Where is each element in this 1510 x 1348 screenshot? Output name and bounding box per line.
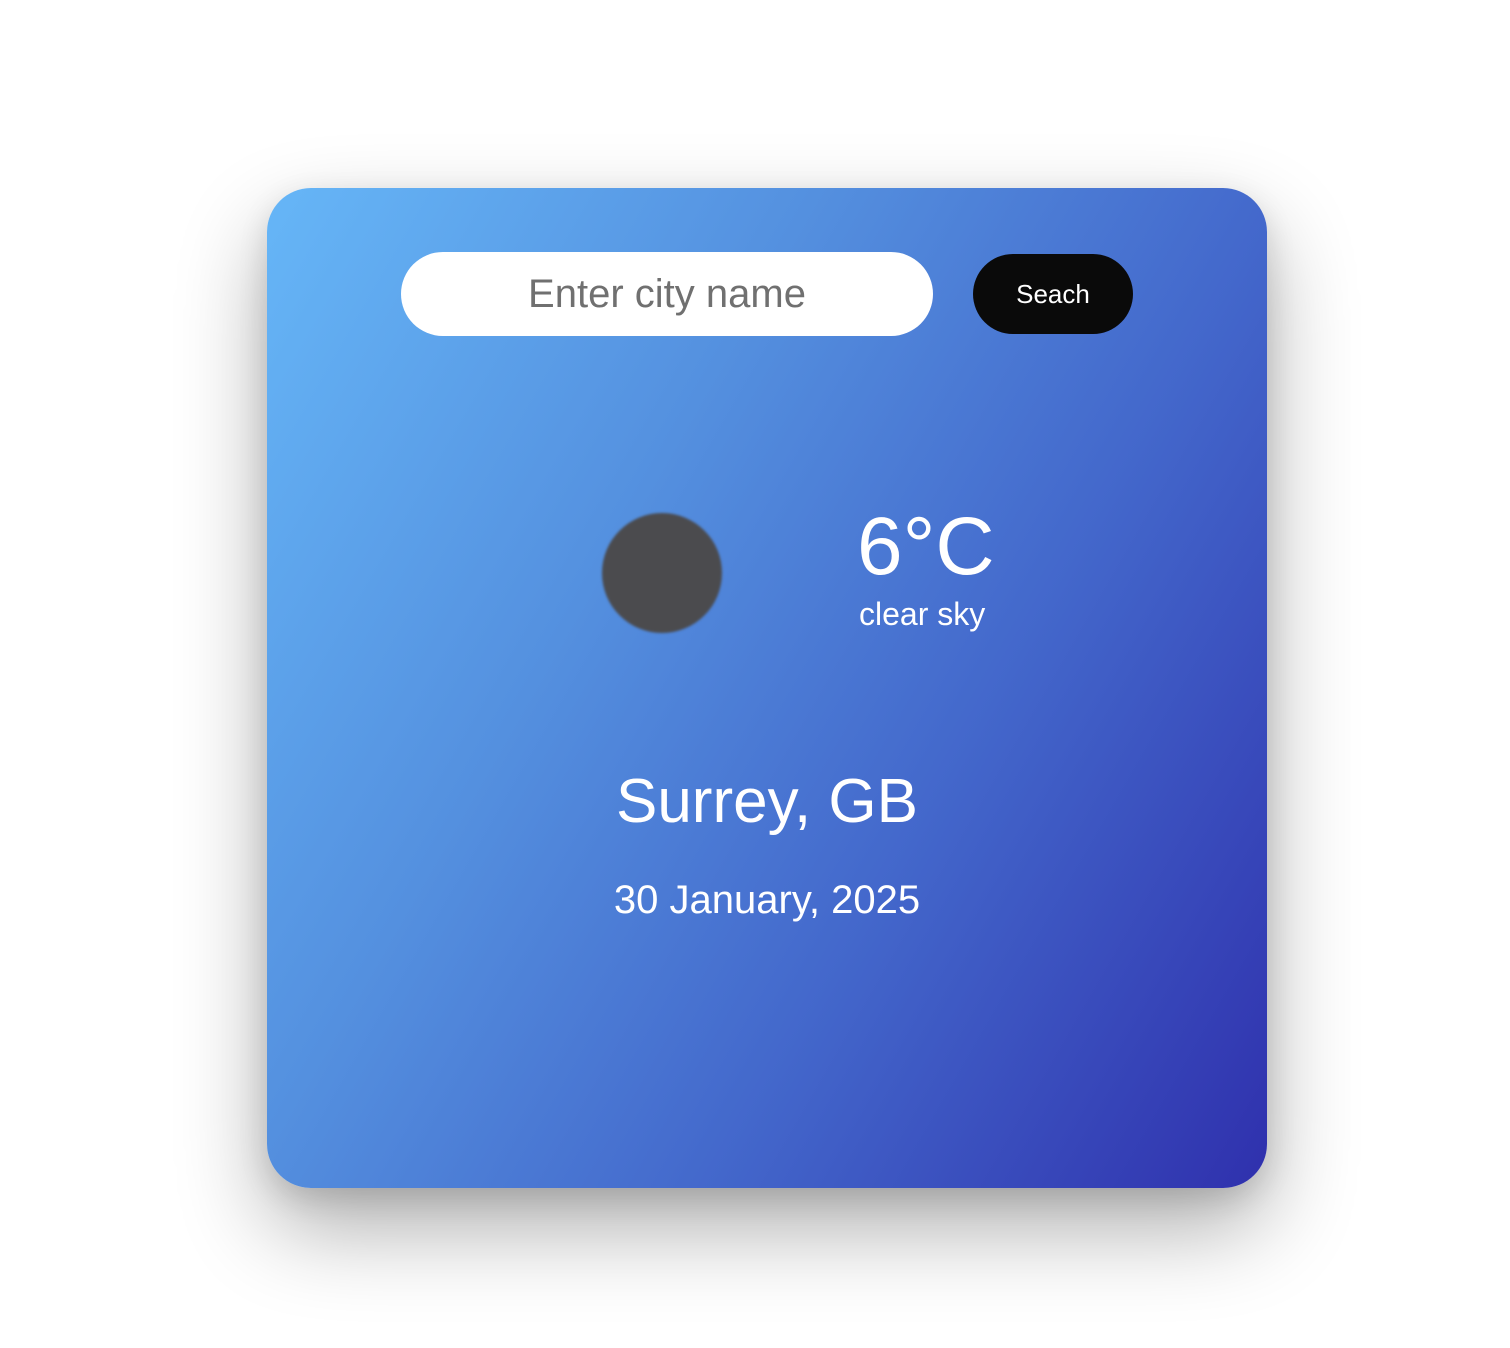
search-input[interactable] [401,252,933,336]
weather-card: Seach 6°C clear sky Surrey, GB 30 Januar… [267,188,1267,1188]
weather-icon [602,513,722,633]
date-label: 30 January, 2025 [613,878,921,922]
location-title: Surrey, GB [615,767,919,836]
weather-description: clear sky [859,596,986,632]
temperature: 6°C [857,501,995,592]
search-button[interactable]: Seach [973,254,1133,334]
